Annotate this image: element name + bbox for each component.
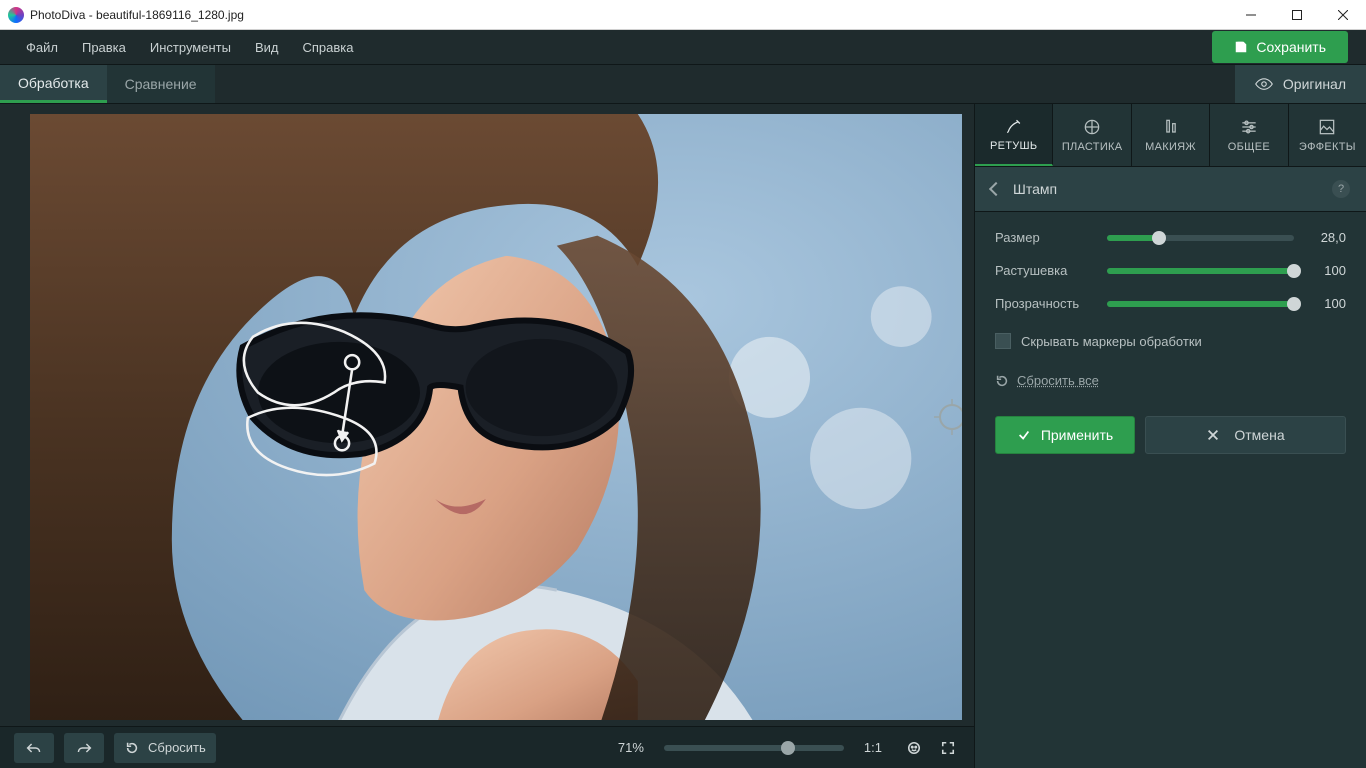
tool-category-tabs: РЕТУШЬ ПЛАСТИКА МАКИЯЖ ОБЩЕЕ ЭФФЕКТЫ — [975, 104, 1366, 166]
tooltab-effects[interactable]: ЭФФЕКТЫ — [1289, 104, 1366, 166]
menu-bar: Файл Правка Инструменты Вид Справка Сохр… — [0, 30, 1366, 64]
menu-help[interactable]: Справка — [290, 30, 365, 64]
slider-opacity[interactable] — [1107, 301, 1294, 307]
tooltab-makeup[interactable]: МАКИЯЖ — [1132, 104, 1210, 166]
check-icon — [1017, 428, 1031, 442]
help-button[interactable]: ? — [1332, 180, 1350, 198]
tooltab-plastika-label: ПЛАСТИКА — [1062, 141, 1123, 153]
zoom-1to1[interactable]: 1:1 — [864, 740, 882, 755]
tooltab-retouch-label: РЕТУШЬ — [990, 140, 1037, 152]
reset-all-label: Сбросить все — [1017, 373, 1099, 388]
reset-label: Сбросить — [148, 740, 206, 755]
tool-title: Штамп — [1013, 181, 1320, 197]
effects-icon — [1317, 117, 1337, 137]
zoom-slider[interactable] — [664, 745, 844, 751]
status-bar: Сбросить 71% 1:1 — [0, 726, 974, 768]
slider-feather[interactable] — [1107, 268, 1294, 274]
save-icon — [1234, 40, 1248, 54]
menu-edit[interactable]: Правка — [70, 30, 138, 64]
reset-all-link[interactable]: Сбросить все — [995, 373, 1346, 388]
slider-feather-row: Растушевка 100 — [995, 263, 1346, 278]
hide-markers-checkbox[interactable] — [995, 333, 1011, 349]
fullscreen-icon — [940, 741, 956, 755]
right-panel: РЕТУШЬ ПЛАСТИКА МАКИЯЖ ОБЩЕЕ ЭФФЕКТЫ — [974, 104, 1366, 768]
cancel-label: Отмена — [1234, 427, 1284, 443]
app-logo-icon — [8, 7, 24, 23]
window-titlebar: PhotoDiva - beautiful-1869116_1280.jpg — [0, 0, 1366, 30]
reset-all-icon — [995, 374, 1009, 388]
menu-view[interactable]: Вид — [243, 30, 291, 64]
minimize-button[interactable] — [1228, 0, 1274, 30]
save-button[interactable]: Сохранить — [1212, 31, 1348, 63]
slider-size[interactable] — [1107, 235, 1294, 241]
face-icon — [906, 741, 922, 755]
sliders-icon — [1239, 117, 1259, 137]
undo-button[interactable] — [14, 733, 54, 763]
slider-feather-label: Растушевка — [995, 263, 1095, 278]
close-icon — [1206, 428, 1220, 442]
slider-size-label: Размер — [995, 230, 1095, 245]
maximize-button[interactable] — [1274, 0, 1320, 30]
tooltab-general-label: ОБЩЕЕ — [1228, 141, 1270, 153]
redo-button[interactable] — [64, 733, 104, 763]
photo-preview — [30, 114, 962, 720]
fit-face-button[interactable] — [902, 733, 926, 763]
save-label: Сохранить — [1256, 39, 1326, 55]
fullscreen-button[interactable] — [936, 733, 960, 763]
window-title: PhotoDiva - beautiful-1869116_1280.jpg — [30, 8, 244, 22]
tab-compare[interactable]: Сравнение — [107, 65, 215, 103]
original-label: Оригинал — [1283, 76, 1346, 92]
slider-size-row: Размер 28,0 — [995, 230, 1346, 245]
tab-edit[interactable]: Обработка — [0, 65, 107, 103]
tooltab-general[interactable]: ОБЩЕЕ — [1210, 104, 1288, 166]
show-original-button[interactable]: Оригинал — [1235, 65, 1366, 103]
tooltab-makeup-label: МАКИЯЖ — [1145, 141, 1196, 153]
cancel-button[interactable]: Отмена — [1145, 416, 1346, 454]
redo-icon — [76, 741, 92, 755]
tooltab-retouch[interactable]: РЕТУШЬ — [975, 104, 1053, 166]
slider-feather-value: 100 — [1306, 263, 1346, 278]
menu-tools[interactable]: Инструменты — [138, 30, 243, 64]
reset-button[interactable]: Сбросить — [114, 733, 216, 763]
menu-file[interactable]: Файл — [14, 30, 70, 64]
eye-icon — [1255, 78, 1273, 90]
makeup-icon — [1161, 117, 1181, 137]
slider-size-value: 28,0 — [1306, 230, 1346, 245]
liquify-icon — [1082, 117, 1102, 137]
reset-icon — [124, 741, 140, 755]
brush-cursor-icon — [934, 399, 962, 435]
undo-icon — [26, 741, 42, 755]
back-icon[interactable] — [989, 182, 1003, 196]
close-button[interactable] — [1320, 0, 1366, 30]
image-canvas[interactable] — [30, 114, 962, 720]
apply-label: Применить — [1041, 427, 1113, 443]
main-tabs: Обработка Сравнение Оригинал — [0, 64, 1366, 104]
slider-opacity-row: Прозрачность 100 — [995, 296, 1346, 311]
slider-opacity-label: Прозрачность — [995, 296, 1095, 311]
tool-section-header: Штамп ? — [975, 166, 1366, 212]
apply-button[interactable]: Применить — [995, 416, 1135, 454]
tooltab-effects-label: ЭФФЕКТЫ — [1299, 141, 1356, 153]
hide-markers-label: Скрывать маркеры обработки — [1021, 334, 1202, 349]
tooltab-plastika[interactable]: ПЛАСТИКА — [1053, 104, 1131, 166]
zoom-value: 71% — [618, 740, 644, 755]
slider-opacity-value: 100 — [1306, 296, 1346, 311]
hide-markers-row[interactable]: Скрывать маркеры обработки — [995, 333, 1346, 349]
retouch-icon — [1004, 116, 1024, 136]
